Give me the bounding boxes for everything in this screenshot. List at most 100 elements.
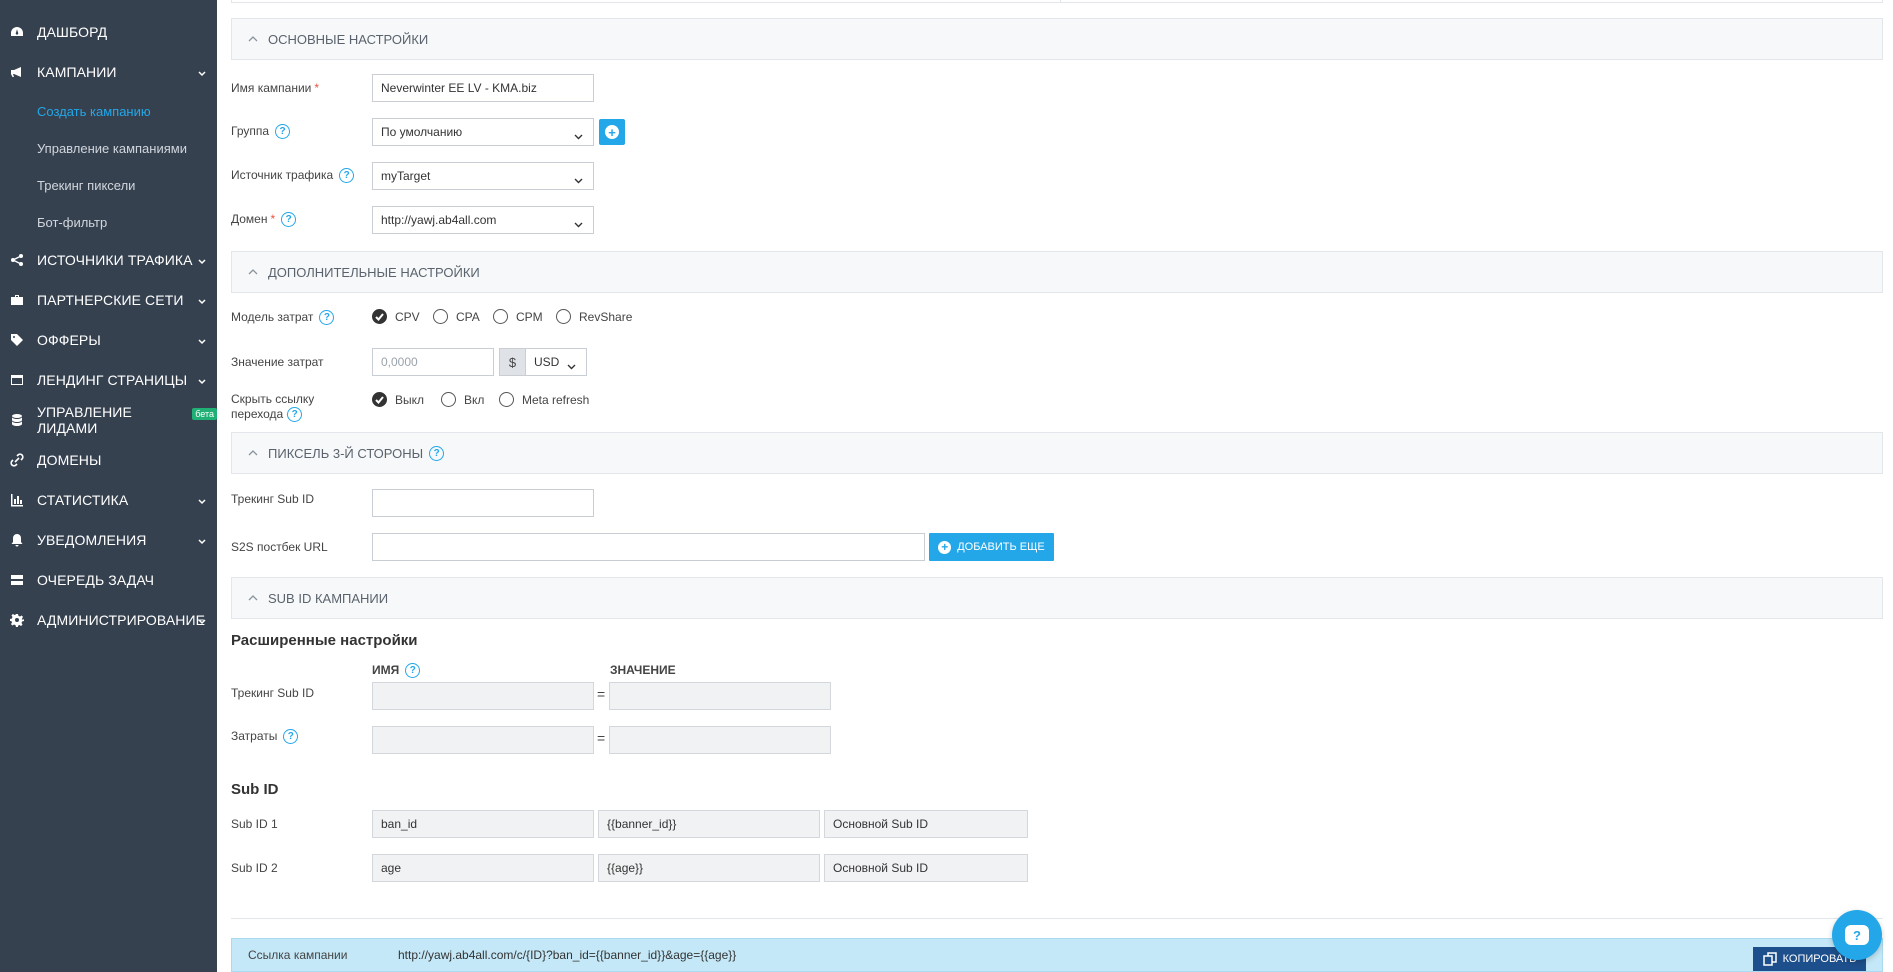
hide-link-off-radio[interactable]: Выкл: [372, 392, 424, 407]
s2s-postback-input[interactable]: [372, 533, 925, 561]
sidebar-item-affiliate-networks[interactable]: Партнерские сети: [0, 283, 217, 317]
sidebar-item-statistics[interactable]: Статистика: [0, 483, 217, 517]
sidebar-sub-bot-filter[interactable]: Бот-фильтр: [37, 215, 107, 230]
chevron-down-icon: [197, 495, 207, 505]
adv-costs-name-input[interactable]: [372, 726, 594, 754]
pixel-tracking-subid-label: Трекинг Sub ID: [231, 492, 314, 506]
copy-icon: [1762, 952, 1777, 966]
sidebar-item-traffic-sources[interactable]: Источники трафика: [0, 243, 217, 277]
help-icon[interactable]: ?: [429, 445, 445, 461]
chevron-up-icon: [248, 35, 258, 43]
bell-icon: [10, 533, 24, 547]
sidebar-item-lead-management[interactable]: Управление лидами бета: [0, 403, 217, 437]
subid-2-value-input[interactable]: {{age}}: [598, 854, 820, 882]
sidebar-item-domains[interactable]: Домены: [0, 443, 217, 477]
group-select[interactable]: По умолчанию: [372, 118, 594, 146]
hide-link-meta-refresh-radio[interactable]: Meta refresh: [499, 392, 589, 407]
main-content: Основные настройки Имя кампании* Группа?…: [217, 0, 1893, 972]
s2s-postback-field[interactable]: [381, 540, 916, 554]
cost-model-cpa-radio[interactable]: CPA: [433, 309, 480, 324]
subid-title: Sub ID: [231, 781, 279, 798]
section-basic-settings[interactable]: Основные настройки: [231, 18, 1883, 60]
help-icon[interactable]: ?: [405, 663, 421, 679]
checked-radio-icon: [372, 392, 387, 407]
hide-link-on-radio[interactable]: Вкл: [441, 392, 484, 407]
subid-2-type-input[interactable]: Основной Sub ID: [824, 854, 1028, 882]
sidebar-item-landing-pages[interactable]: Лендинг страницы: [0, 363, 217, 397]
cost-model-revshare-radio[interactable]: RevShare: [556, 309, 632, 324]
help-icon[interactable]: ?: [283, 729, 299, 745]
bar-chart-icon: [10, 493, 24, 507]
chat-bubble-icon: ?: [1845, 925, 1869, 945]
pixel-tracking-subid-field[interactable]: [381, 496, 585, 510]
currency-select[interactable]: USD: [525, 348, 587, 376]
chevron-down-icon: [197, 67, 207, 77]
sidebar-item-campaigns[interactable]: Кампании: [0, 55, 217, 89]
pixel-tracking-subid-input[interactable]: [372, 489, 594, 517]
sidebar-item-administration[interactable]: Администрирование: [0, 603, 217, 637]
database-icon: [10, 413, 24, 427]
sidebar-sub-tracking-pixels[interactable]: Трекинг пиксели: [37, 178, 135, 193]
help-icon[interactable]: ?: [281, 212, 297, 228]
section-additional-settings[interactable]: Дополнительные настройки: [231, 251, 1883, 293]
subid-1-type-input[interactable]: Основной Sub ID: [824, 810, 1028, 838]
subid-2-name-input[interactable]: age: [372, 854, 594, 882]
cost-model-cpv-radio[interactable]: CPV: [372, 309, 420, 324]
campaign-name-input[interactable]: [372, 74, 594, 102]
help-icon[interactable]: ?: [287, 407, 303, 423]
hide-link-label: Скрыть ссылку перехода?: [231, 392, 315, 423]
chevron-up-icon: [248, 594, 258, 602]
divider: [231, 918, 1883, 919]
subid-1-name-input[interactable]: ban_id: [372, 810, 594, 838]
adv-costs-value-input[interactable]: [609, 726, 831, 754]
chevron-down-icon: [574, 173, 583, 184]
cost-model-label: Модель затрат?: [231, 310, 335, 326]
column-name-header: Имя?: [372, 663, 421, 679]
plus-icon: +: [938, 540, 952, 554]
campaign-name-field[interactable]: [381, 81, 585, 95]
equals-sign: =: [597, 686, 606, 702]
sidebar-item-task-queue[interactable]: Очередь задач: [0, 563, 217, 597]
help-icon[interactable]: ?: [275, 124, 291, 140]
chevron-up-icon: [248, 449, 258, 457]
help-icon[interactable]: ?: [339, 168, 355, 184]
sidebar-item-dashboard[interactable]: Дашборд: [0, 15, 217, 49]
section-subid-campaign[interactable]: Sub ID кампании: [231, 577, 1883, 619]
sidebar-item-offers[interactable]: Офферы: [0, 323, 217, 357]
subid-1-value-input[interactable]: {{banner_id}}: [598, 810, 820, 838]
dashboard-icon: [10, 25, 24, 39]
sidebar-item-notifications[interactable]: Уведомления: [0, 523, 217, 557]
help-icon[interactable]: ?: [319, 310, 335, 326]
traffic-source-select[interactable]: myTarget: [372, 162, 594, 190]
equals-sign: =: [597, 730, 606, 746]
cost-model-cpm-radio[interactable]: CPM: [493, 309, 543, 324]
link-icon: [10, 453, 24, 467]
traffic-source-label: Источник трафика?: [231, 168, 355, 184]
top-panel-edge: [231, 0, 1883, 3]
chevron-down-icon: [197, 335, 207, 345]
adv-tracking-subid-label: Трекинг Sub ID: [231, 686, 314, 700]
section-third-party-pixel[interactable]: Пиксель 3-й стороны ?: [231, 432, 1883, 474]
adv-tracking-value-input[interactable]: [609, 682, 831, 710]
currency-symbol-addon: $: [499, 348, 526, 376]
chevron-down-icon: [197, 375, 207, 385]
adv-tracking-name-input[interactable]: [372, 682, 594, 710]
sidebar-sub-create-campaign[interactable]: Создать кампанию: [37, 104, 151, 119]
chevron-up-icon: [248, 268, 258, 276]
cost-value-input[interactable]: [372, 348, 494, 376]
share-icon: [10, 253, 24, 267]
domain-select[interactable]: http://yawj.ab4all.com: [372, 206, 594, 234]
add-group-button[interactable]: +: [599, 119, 625, 145]
cost-value-field[interactable]: [381, 355, 485, 369]
chevron-down-icon: [197, 255, 207, 265]
chevron-down-icon: [574, 129, 583, 140]
domain-label: Домен *?: [231, 212, 297, 228]
sidebar-sub-manage-campaigns[interactable]: Управление кампаниями: [37, 141, 187, 156]
chat-support-button[interactable]: ?: [1832, 910, 1882, 960]
megaphone-icon: [10, 65, 24, 79]
adv-costs-label: Затраты?: [231, 729, 299, 745]
gear-icon: [10, 613, 24, 627]
add-more-button[interactable]: + Добавить еще: [929, 533, 1054, 561]
group-label: Группа?: [231, 124, 291, 140]
campaign-link-value[interactable]: http://yawj.ab4all.com/c/{ID}?ban_id={{b…: [398, 948, 736, 962]
